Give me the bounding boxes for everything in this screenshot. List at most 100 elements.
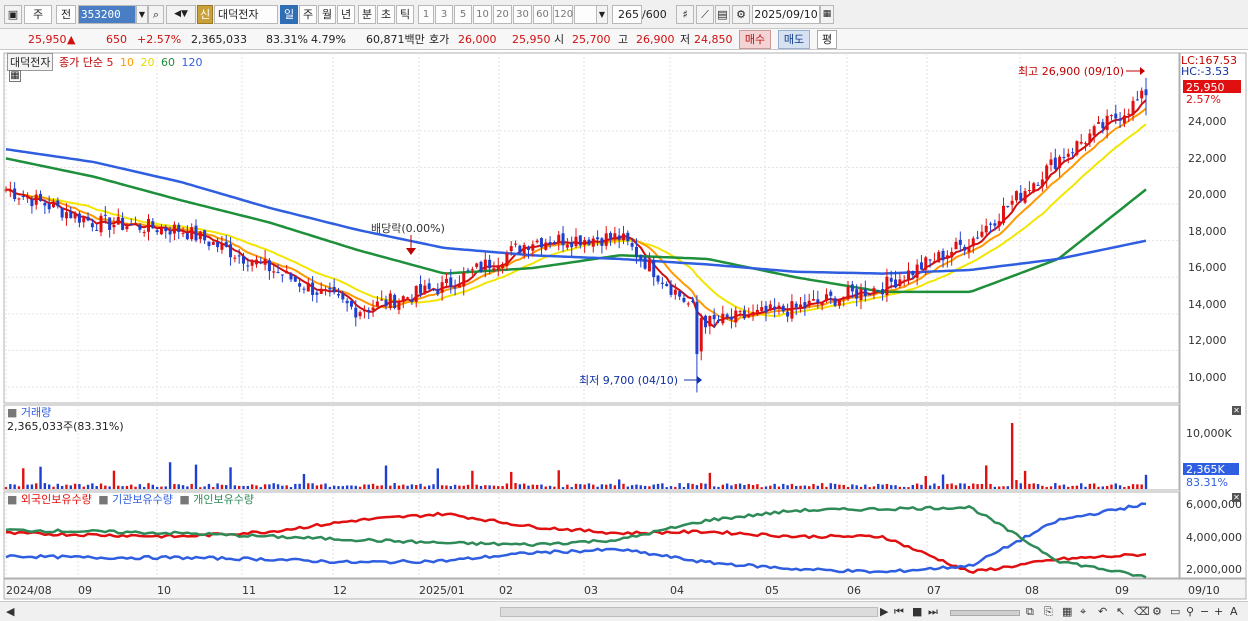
search-icon[interactable]: ⌕: [148, 5, 164, 24]
volume-bar: [579, 484, 582, 489]
indicator-legend-label[interactable]: 종가 단순: [59, 56, 103, 69]
window-icon[interactable]: ▭: [1170, 604, 1180, 619]
volume-bar: [583, 484, 586, 489]
volume-bar: [803, 485, 807, 489]
settings-small-icon[interactable]: ⚙: [1152, 604, 1162, 619]
interval-120-button[interactable]: 120: [553, 5, 573, 24]
chart-canvas[interactable]: 최고 26,900 (09/10) 최저 9,700 (04/10) 배당락(0…: [0, 51, 1248, 601]
x-tick-right: 09/10: [1188, 584, 1220, 597]
buy-button[interactable]: 매수: [739, 30, 771, 49]
ma20-legend[interactable]: 20: [140, 56, 154, 69]
candle-body: [919, 262, 923, 270]
candle-body: [432, 289, 435, 291]
date-input[interactable]: 2025/09/10: [752, 5, 820, 24]
candle-body: [108, 217, 112, 230]
candle-body: [704, 315, 708, 328]
undo-icon[interactable]: ↶: [1098, 604, 1107, 619]
layout-grid-icon[interactable]: ▦: [1062, 604, 1072, 619]
volume-bar: [954, 485, 958, 489]
code-dropdown-icon[interactable]: ▼: [136, 5, 148, 24]
period-second-tab[interactable]: 초: [377, 5, 395, 24]
period-month-tab[interactable]: 월: [318, 5, 336, 24]
candle-type-icon[interactable]: ♯: [676, 5, 694, 24]
scroll-right-icon[interactable]: ▶: [880, 604, 888, 619]
count-input[interactable]: 265: [612, 5, 642, 24]
interval-60-button[interactable]: 60: [533, 5, 552, 24]
period-minute-tab[interactable]: 분: [358, 5, 376, 24]
volume-bar: [1023, 470, 1027, 489]
ma10-legend[interactable]: 10: [120, 56, 134, 69]
interval-20-button[interactable]: 20: [493, 5, 512, 24]
volume-bar: [1067, 486, 1070, 489]
holding-close-icon[interactable]: ✕: [1232, 493, 1241, 502]
play-forward-icon[interactable]: ⏭: [928, 604, 938, 619]
speed-slider[interactable]: [950, 610, 1020, 616]
copy-icon[interactable]: ⎘: [1044, 604, 1053, 619]
volume-bar: [164, 486, 167, 489]
table-icon[interactable]: ▦: [9, 70, 21, 82]
period-day-tab[interactable]: 일: [280, 5, 298, 24]
volume-bar: [605, 484, 608, 489]
volume-bar: [488, 485, 491, 489]
play-back-icon[interactable]: ⏮: [894, 604, 904, 619]
interval-30-button[interactable]: 30: [513, 5, 532, 24]
candle-body: [358, 312, 362, 317]
stop-icon[interactable]: ■: [912, 604, 922, 619]
save-icon[interactable]: ▤: [715, 5, 730, 24]
zoom-in-icon[interactable]: +: [1214, 604, 1223, 619]
stock-legend-label[interactable]: 대덕전자: [7, 53, 54, 71]
foreign-holding-label[interactable]: 외국인보유수량: [21, 493, 92, 506]
compare-icon[interactable]: ⧉: [1026, 604, 1034, 619]
prev-button[interactable]: 전: [56, 5, 76, 24]
volume-bar: [678, 483, 681, 489]
sell-button[interactable]: 매도: [778, 30, 810, 49]
candle-body: [449, 277, 453, 287]
gear-icon[interactable]: ⚙: [732, 5, 750, 24]
volume-bar: [35, 483, 38, 489]
interval-5-button[interactable]: 5: [454, 5, 472, 24]
layout-icon[interactable]: ▣: [4, 5, 22, 24]
institution-holding-label[interactable]: 기관보유수량: [112, 493, 173, 506]
candle-body: [596, 237, 600, 240]
candle-body: [470, 269, 474, 271]
zoom-out-icon[interactable]: −: [1200, 604, 1209, 619]
volume-panel[interactable]: [3, 404, 1180, 491]
erase-icon[interactable]: ⌫: [1134, 604, 1150, 619]
average-button[interactable]: 평: [817, 30, 837, 49]
period-tick-tab[interactable]: 틱: [396, 5, 414, 24]
ma120-legend[interactable]: 120: [181, 56, 202, 69]
candle-body: [267, 260, 271, 272]
auto-scale-icon[interactable]: A: [1230, 604, 1238, 619]
volume-bar: [652, 484, 655, 489]
volume-close-icon[interactable]: ✕: [1232, 406, 1241, 415]
ma60-legend[interactable]: 60: [161, 56, 175, 69]
interval-3-button[interactable]: 3: [435, 5, 453, 24]
interval-10-button[interactable]: 10: [473, 5, 492, 24]
calendar-icon[interactable]: ▦: [820, 5, 834, 24]
period-year-tab[interactable]: 년: [337, 5, 355, 24]
candle-body: [725, 314, 729, 317]
candle-body: [410, 299, 414, 302]
interval-1-button[interactable]: 1: [418, 5, 434, 24]
volume-bar: [522, 483, 526, 489]
chart-area[interactable]: 최고 26,900 (09/10) 최저 9,700 (04/10) 배당락(0…: [0, 51, 1248, 601]
candle-body: [1036, 184, 1040, 186]
stock-code-input[interactable]: 353200: [78, 5, 136, 24]
pointer-icon[interactable]: ↖: [1116, 604, 1125, 619]
speaker-icon[interactable]: ◀▼: [166, 5, 196, 24]
stock-name-field[interactable]: 대덕전자: [214, 5, 278, 24]
interval-dropdown-icon[interactable]: ▼: [596, 5, 608, 24]
volume-bar: [540, 484, 543, 489]
magnifier-icon[interactable]: ⚲: [1186, 604, 1194, 619]
volume-bar: [864, 484, 867, 489]
trend-line-icon[interactable]: ⟋: [696, 5, 714, 24]
period-week-tab[interactable]: 주: [299, 5, 317, 24]
individual-holding-label[interactable]: 개인보유수량: [193, 493, 254, 506]
scroll-left-icon[interactable]: ◀: [6, 604, 14, 619]
ma5-legend[interactable]: 5: [106, 56, 113, 69]
cursor-icon[interactable]: ⌖: [1080, 604, 1086, 619]
market-select[interactable]: 주: [24, 5, 52, 24]
candle-body: [911, 271, 915, 276]
x-tick-10: 06: [847, 584, 861, 597]
horizontal-scrollbar[interactable]: [500, 607, 878, 617]
